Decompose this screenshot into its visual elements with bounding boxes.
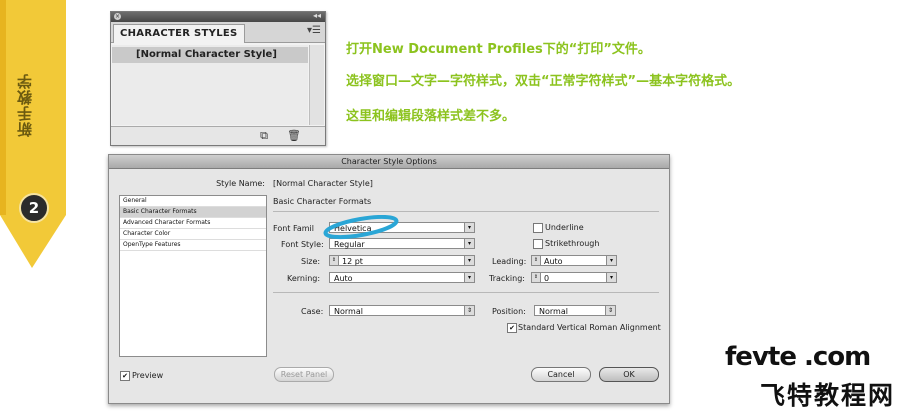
chevron-down-icon[interactable]: ▾ (606, 273, 616, 282)
stepper-icon[interactable]: ⇕ (532, 273, 541, 282)
case-field[interactable]: Normal ⇕ (329, 305, 475, 316)
instruction-line-1: 打开New Document Profiles下的“打印”文件。 (346, 42, 651, 57)
collapse-icon[interactable]: ◂◂ (313, 11, 321, 20)
strikethrough-label: Strikethrough (545, 239, 600, 248)
size-value: 12 pt (342, 257, 363, 266)
chevron-down-icon[interactable]: ▾ (464, 223, 474, 232)
category-basic-character-formats[interactable]: Basic Character Formats (120, 207, 266, 218)
case-label: Case: (301, 307, 324, 316)
font-style-label: Font Style: (281, 240, 324, 249)
size-field[interactable]: ⇕ 12 pt ▾ (329, 255, 475, 266)
character-style-options-dialog: Character Style Options Style Name: [Nor… (108, 154, 670, 404)
leading-field[interactable]: ⇕ Auto ▾ (531, 255, 617, 266)
trash-icon[interactable]: 🗑 (287, 129, 301, 143)
standard-vertical-label: Standard Vertical Roman Alignment (518, 323, 661, 332)
underline-label: Underline (545, 223, 584, 232)
category-advanced-character-formats[interactable]: Advanced Character Formats (120, 218, 266, 229)
position-field[interactable]: Normal ⇕ (534, 305, 616, 316)
instruction-line-3: 这里和编辑段落样式差不多。 (346, 109, 516, 124)
tracking-field[interactable]: ⇕ 0 ▾ (531, 272, 617, 283)
tracking-label: Tracking: (489, 274, 525, 283)
leading-value: Auto (544, 257, 563, 266)
style-name-label: Style Name: (216, 179, 265, 188)
chevron-down-icon[interactable]: ▾ (464, 273, 474, 282)
chevron-updown-icon[interactable]: ⇕ (464, 306, 474, 315)
stepper-icon[interactable]: ⇕ (330, 256, 339, 265)
kerning-value: Auto (334, 274, 353, 283)
watermark-domain: fevte .com (725, 342, 871, 372)
tab-character-styles[interactable]: CHARACTER STYLES (113, 24, 245, 43)
panel-titlebar: × ◂◂ (111, 11, 325, 22)
font-style-value: Regular (334, 240, 365, 249)
font-family-field[interactable]: Helvetica ▾ (329, 222, 475, 233)
preview-checkbox[interactable]: ✔ (120, 371, 130, 381)
kerning-label: Kerning: (287, 274, 321, 283)
dialog-title: Character Style Options (109, 155, 669, 169)
side-banner: 新手教学 2 (0, 0, 72, 270)
menu-icon[interactable]: ▾☰ (307, 25, 321, 36)
styles-list: [Normal Character Style] (112, 45, 308, 125)
section-title: Basic Character Formats (273, 197, 372, 206)
case-value: Normal (334, 307, 363, 316)
stepper-icon[interactable]: ⇕ (532, 256, 541, 265)
step-number: 2 (19, 193, 49, 223)
chevron-down-icon[interactable]: ▾ (606, 256, 616, 265)
font-style-field[interactable]: Regular ▾ (329, 238, 475, 249)
preview-label: Preview (132, 371, 164, 380)
chevron-down-icon[interactable]: ▾ (464, 239, 474, 248)
font-family-label: Font Famil (273, 224, 314, 233)
underline-checkbox[interactable] (533, 223, 543, 233)
chevron-updown-icon[interactable]: ⇕ (605, 306, 615, 315)
reset-panel-button[interactable]: Reset Panel (274, 367, 334, 382)
ok-button[interactable]: OK (599, 367, 659, 382)
panel-scrollbar[interactable] (309, 45, 324, 125)
close-icon[interactable]: × (114, 13, 121, 20)
panel-tabbar: CHARACTER STYLES ▾☰ (111, 22, 325, 43)
category-character-color[interactable]: Character Color (120, 229, 266, 240)
banner-label: 新手教学 (16, 73, 34, 137)
instruction-line-2: 选择窗口—文字—字符样式，双击“正常字符样式”—基本字符格式。 (346, 74, 741, 89)
character-styles-panel: × ◂◂ CHARACTER STYLES ▾☰ [Normal Charact… (110, 11, 326, 146)
style-name-value: [Normal Character Style] (273, 179, 373, 188)
standard-vertical-checkbox[interactable]: ✔ (507, 323, 517, 333)
category-list: General Basic Character Formats Advanced… (119, 195, 267, 357)
chevron-down-icon[interactable]: ▾ (464, 256, 474, 265)
section-divider-2 (273, 292, 659, 293)
panel-footer: ⧉ 🗑 (111, 126, 325, 145)
new-style-icon[interactable]: ⧉ (257, 129, 271, 143)
position-label: Position: (492, 307, 526, 316)
category-general[interactable]: General (120, 196, 266, 207)
kerning-field[interactable]: Auto ▾ (329, 272, 475, 283)
list-item-normal-character-style[interactable]: [Normal Character Style] (112, 47, 308, 63)
tracking-value: 0 (544, 274, 550, 283)
leading-label: Leading: (492, 257, 527, 266)
size-label: Size: (301, 257, 321, 266)
watermark-site-name: 飞特教程网 (760, 381, 896, 410)
position-value: Normal (539, 307, 568, 316)
cancel-button[interactable]: Cancel (531, 367, 591, 382)
strikethrough-checkbox[interactable] (533, 239, 543, 249)
font-family-value: Helvetica (334, 224, 372, 233)
category-opentype-features[interactable]: OpenType Features (120, 240, 266, 251)
section-divider (273, 211, 659, 212)
